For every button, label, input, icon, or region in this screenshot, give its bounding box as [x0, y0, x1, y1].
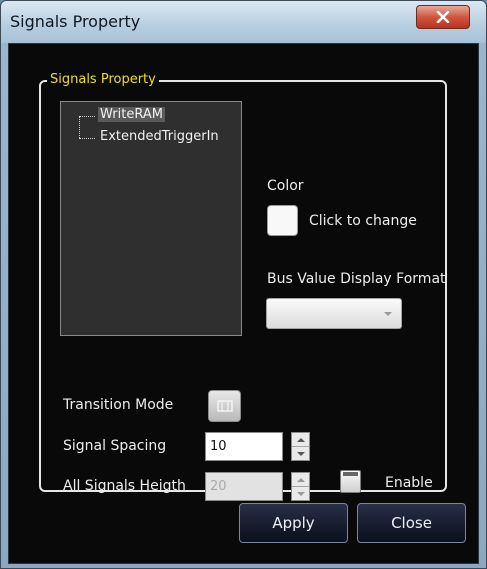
enable-checkbox[interactable] [340, 470, 361, 493]
chevron-down-icon [384, 312, 392, 316]
spin-down-arrow-icon[interactable] [292, 487, 309, 500]
color-swatch-button[interactable] [267, 205, 298, 236]
tree-item-extendedtriggerin[interactable]: ExtendedTriggerIn [98, 129, 221, 144]
window-title: Signals Property [10, 12, 141, 31]
tree-item-writeram[interactable]: WriteRAM [98, 107, 165, 122]
tree-connector [79, 138, 95, 139]
click-to-change-label: Click to change [309, 213, 417, 229]
title-bar[interactable]: Signals Property [1, 1, 486, 43]
checkbox-indeterminate-icon [343, 472, 358, 476]
tree-connector [79, 116, 95, 117]
signal-spacing-input[interactable]: 10 [205, 432, 283, 461]
dialog-body: Signals Property WriteRAM ExtendedTrigge… [8, 43, 479, 564]
transition-mode-label: Transition Mode [63, 397, 174, 413]
spin-up-arrow-icon[interactable] [292, 473, 309, 487]
color-label: Color [267, 178, 304, 194]
all-signals-height-input[interactable]: 20 [205, 472, 283, 501]
signals-tree[interactable]: WriteRAM ExtendedTriggerIn [60, 101, 242, 336]
window-close-button[interactable] [416, 5, 470, 29]
signals-property-group: Signals Property WriteRAM ExtendedTrigge… [39, 72, 447, 501]
group-label: Signals Property [47, 72, 159, 87]
x-icon [436, 11, 450, 23]
close-button[interactable]: Close [357, 503, 466, 543]
transition-mode-button[interactable] [208, 390, 241, 422]
bus-format-select[interactable] [266, 298, 402, 329]
all-signals-height-label: All Signals Heigth [63, 478, 186, 494]
spin-down-arrow-icon[interactable] [292, 447, 309, 460]
signal-spacing-label: Signal Spacing [63, 438, 167, 454]
spin-up-arrow-icon[interactable] [292, 433, 309, 447]
signal-spacing-stepper[interactable] [291, 432, 310, 461]
enable-label: Enable [385, 475, 433, 491]
tree-connector [79, 116, 80, 138]
all-signals-height-stepper[interactable] [291, 472, 310, 501]
bus-format-label: Bus Value Display Format [267, 271, 446, 287]
transition-icon [216, 400, 233, 412]
apply-button[interactable]: Apply [239, 503, 348, 543]
signals-property-window: Signals Property Signals Property WriteR… [0, 0, 487, 569]
